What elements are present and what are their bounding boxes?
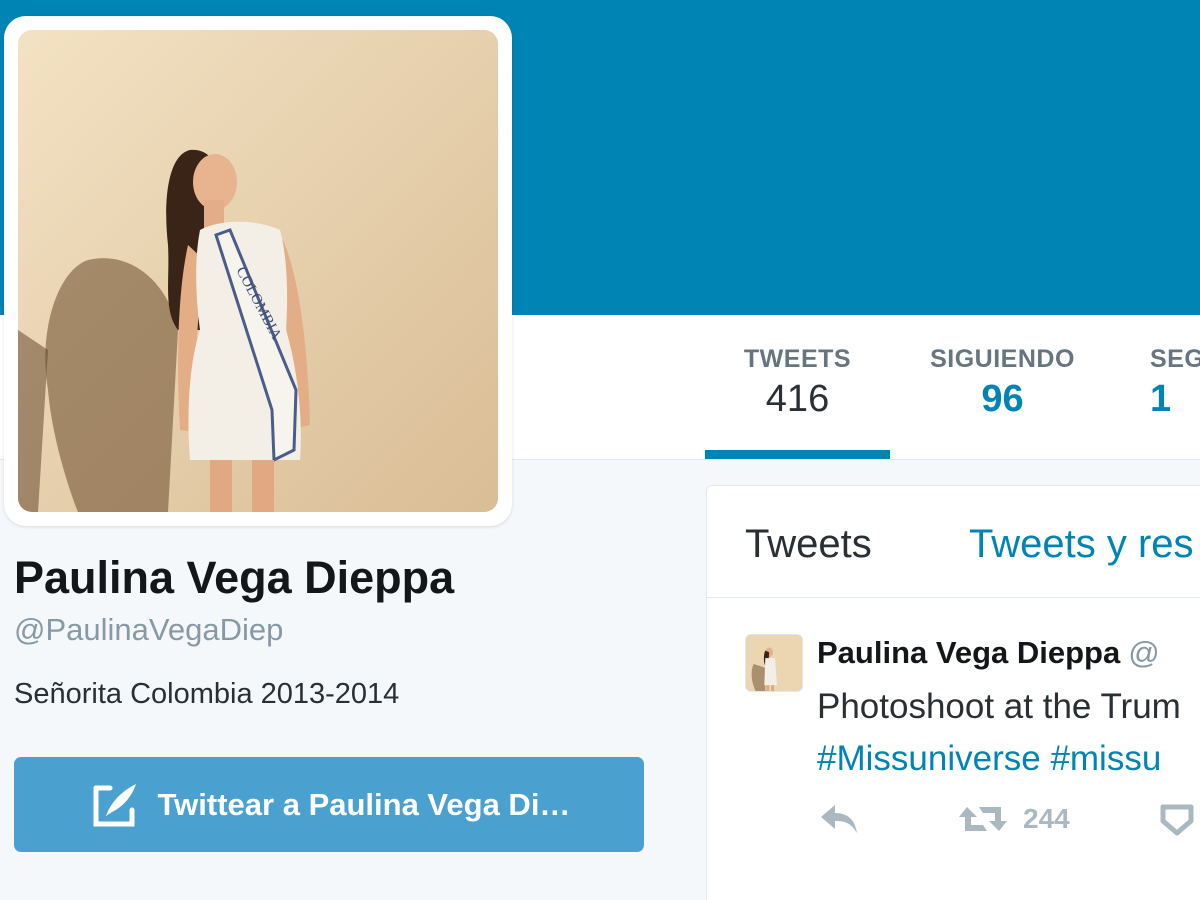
tab-tweets-and-replies[interactable]: Tweets y res xyxy=(969,522,1194,567)
stat-following-value: 96 xyxy=(981,378,1024,420)
tweet-avatar[interactable] xyxy=(745,634,803,692)
reply-icon xyxy=(821,805,857,833)
tweet-text: Photoshoot at the Trum xyxy=(817,687,1181,726)
tweet-header: Paulina Vega Dieppa @ xyxy=(817,635,1160,671)
tweet-item[interactable]: Paulina Vega Dieppa @ Photoshoot at the T… xyxy=(707,599,1200,900)
profile-handle[interactable]: @PaulinaVegaDiep xyxy=(14,612,283,648)
stat-tweets-label: TWEETS xyxy=(743,345,852,373)
like-icon xyxy=(1160,804,1194,836)
tweet-hashtags: #Missuniverse #missu xyxy=(817,739,1161,779)
timeline-card: Tweets Tweets y res Paulina Vega Dieppa @… xyxy=(706,485,1200,900)
reply-button[interactable] xyxy=(817,799,861,839)
timeline-tabs: Tweets Tweets y res xyxy=(707,486,1200,598)
retweet-icon xyxy=(959,807,1007,831)
stat-tweets-value: 416 xyxy=(765,378,830,420)
tweet-to-button[interactable]: Twittear a Paulina Vega Di… xyxy=(14,757,644,852)
profile-photo: COLOMBIA xyxy=(18,30,498,512)
tweet-actions: 244 xyxy=(817,799,1200,839)
profile-avatar[interactable]: COLOMBIA xyxy=(4,16,512,526)
tweet-to-button-label: Twittear a Paulina Vega Di… xyxy=(157,786,571,822)
compose-icon xyxy=(93,783,136,826)
tab-tweets[interactable]: Tweets xyxy=(745,522,872,567)
stat-following-label: SIGUIENDO xyxy=(930,345,1075,373)
retweet-button[interactable]: 244 xyxy=(957,799,1070,839)
hashtag-link[interactable]: #missu xyxy=(1050,739,1161,778)
profile-bio: Señorita Colombia 2013-2014 xyxy=(14,678,400,710)
profile-name[interactable]: Paulina Vega Dieppa xyxy=(14,552,454,604)
tweet-handle[interactable]: @ xyxy=(1128,635,1159,670)
stat-followers-value: 1 xyxy=(1150,378,1172,420)
active-tab-underline xyxy=(705,450,890,459)
retweet-count: 244 xyxy=(1023,803,1070,834)
like-button[interactable] xyxy=(1157,799,1197,839)
stat-followers[interactable]: SEG 1 xyxy=(1150,345,1200,421)
stat-following[interactable]: SIGUIENDO 96 xyxy=(915,345,1090,421)
stat-tweets[interactable]: TWEETS 416 xyxy=(705,345,890,421)
stat-followers-label: SEG xyxy=(1150,345,1200,373)
tweet-author[interactable]: Paulina Vega Dieppa xyxy=(817,635,1120,670)
hashtag-link[interactable]: #Missuniverse xyxy=(817,739,1041,778)
